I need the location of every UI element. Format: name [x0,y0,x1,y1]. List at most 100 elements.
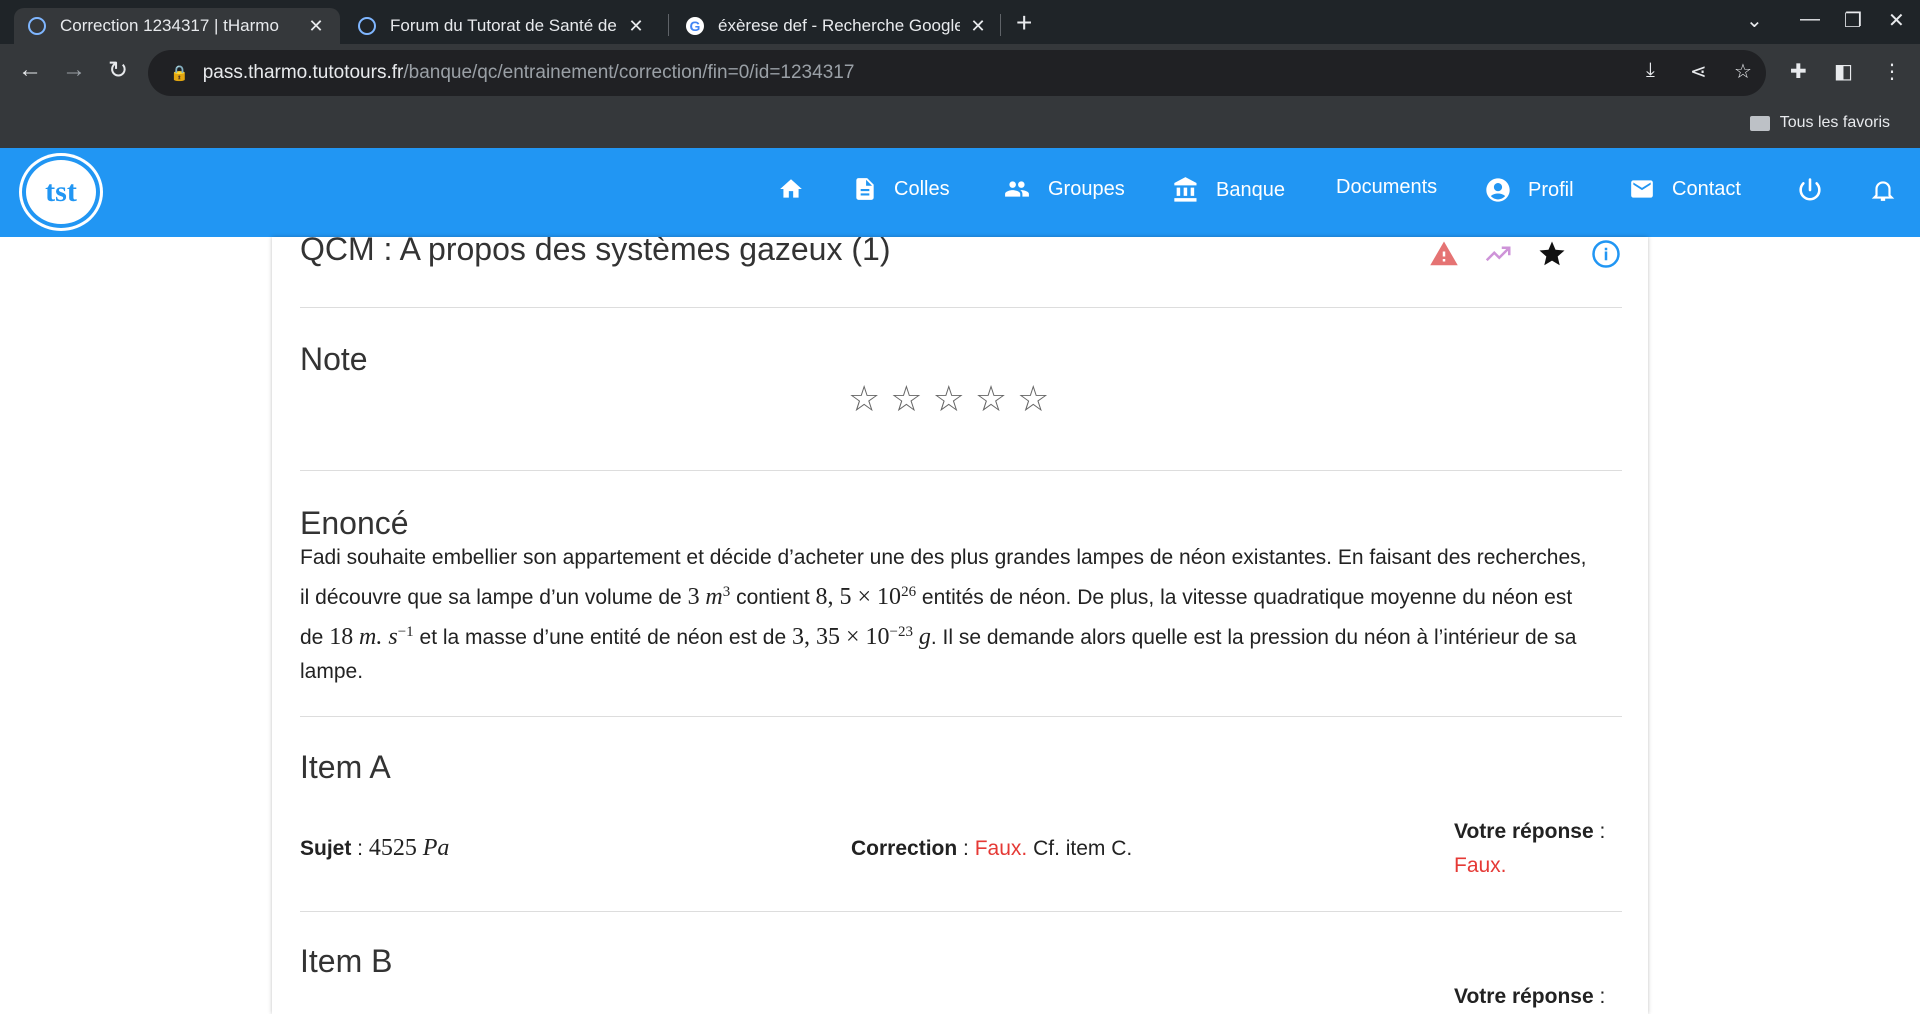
nav-banque[interactable]: Banque [1172,176,1285,204]
divider [300,307,1622,308]
sujet-value: 4525 [368,835,417,861]
all-bookmarks[interactable]: Tous les favoris [1749,114,1890,132]
enonce-part: contient [736,586,810,609]
enonce-math: 18 [329,624,354,650]
divider [300,716,1622,717]
site-favicon-icon [28,17,46,35]
enonce-part: et la masse d’une entité de néon est de [419,626,787,649]
rating-star-icon-5[interactable]: ☆ [1017,381,1049,417]
enonce-math: m. s [359,624,398,650]
restore-icon[interactable]: ❐ [1844,8,1862,33]
mail-icon [1631,180,1653,198]
url-path: /banque/qc/entrainement/correction/fin=0… [403,62,855,83]
reponse-value: Faux. [1454,854,1507,877]
reload-icon[interactable]: ↻ [102,56,134,85]
forward-icon[interactable]: → [58,56,90,84]
nav-label: Banque [1216,178,1285,201]
close-window-icon[interactable]: ✕ [1888,8,1905,33]
share-icon[interactable]: ⋖ [1690,59,1707,84]
menu-icon[interactable]: ⋮ [1882,59,1902,84]
install-icon[interactable]: ⤓ [1646,59,1655,82]
close-tab-icon[interactable]: ✕ [968,16,988,37]
report-warning-icon[interactable] [1428,239,1460,269]
bank-icon [1174,177,1197,202]
browser-tabstrip: Correction 1234317 | tHarmo ✕ Forum du T… [0,0,1920,44]
side-panel-icon[interactable]: ◧ [1834,59,1853,84]
divider [300,911,1622,912]
tab-forum[interactable]: Forum du Tutorat de Santé de To ✕ [344,8,660,44]
extensions-icon[interactable]: ✚ [1790,59,1807,84]
reponse-label: Votre réponse [1454,985,1594,1008]
tab-separator [668,14,669,36]
home-icon [780,179,802,198]
all-bookmarks-label: Tous les favoris [1779,114,1890,131]
close-tab-icon[interactable]: ✕ [306,16,326,37]
folder-icon [1749,115,1770,131]
trending-up-icon[interactable] [1482,239,1514,269]
nav-home[interactable] [778,176,820,202]
enonce-math: 8, 5 × 10 [815,584,902,610]
google-icon: G [686,17,704,35]
minimize-icon[interactable]: — [1800,8,1820,31]
enonce-math: −23 [889,624,913,640]
item-a-reponse: Votre réponse : Faux. [1454,820,1606,877]
note-title: Note [300,341,368,377]
correction-label: Correction [851,837,958,860]
nav-label: Groupes [1048,177,1125,200]
enonce-math: g [918,624,931,650]
close-tab-icon[interactable]: ✕ [626,16,646,37]
rating-star-icon-2[interactable]: ☆ [890,381,922,417]
bell-icon [1871,181,1895,201]
item-a-title: Item A [300,749,391,785]
favorite-star-icon[interactable] [1536,239,1568,269]
power-icon [1799,178,1821,201]
enonce-math: 3 [722,584,731,600]
tab-title: éxèrese def - Recherche Google [718,16,960,35]
sujet-label: Sujet [300,837,352,860]
site-favicon-icon [358,17,376,35]
sujet-unit: Pa [422,835,450,861]
people-icon [1005,181,1029,197]
nav-label: Contact [1672,177,1741,200]
item-a-correction: Correction : Faux. Cf. item C. [851,837,1133,860]
nav-documents[interactable]: Documents [1336,176,1437,199]
nav-label: Profil [1528,178,1574,201]
info-icon[interactable] [1590,239,1622,269]
tab-google[interactable]: G éxèrese def - Recherche Google ✕ [672,8,1002,44]
page-title: QCM : A propos des systèmes gazeux (1) [300,237,891,267]
nav-contact[interactable]: Contact [1628,176,1741,202]
nav-groupes[interactable]: Groupes [1002,176,1125,202]
item-b-reponse: Votre réponse : [1454,985,1606,1008]
url-host: pass.tharmo.tutotours.fr [202,62,404,83]
reponse-label: Votre réponse [1454,820,1594,843]
lock-icon: 🔒 [170,65,189,82]
bookmark-star-icon[interactable]: ☆ [1734,59,1752,84]
back-icon[interactable]: ← [14,56,46,84]
rating-star-icon-4[interactable]: ☆ [975,381,1007,417]
rating-star-icon-3[interactable]: ☆ [933,381,965,417]
account-icon [1486,178,1510,202]
nav-colles[interactable]: Colles [852,176,950,202]
bookmarks-bar: Tous les favoris [0,104,1920,148]
enonce-math: −1 [397,624,414,640]
document-icon [856,178,874,200]
tab-title: Correction 1234317 | tHarmo [60,16,279,35]
nav-profil[interactable]: Profil [1484,176,1574,204]
address-bar[interactable]: 🔒 pass.tharmo.tutotours.fr/banque/qc/ent… [148,50,1766,96]
nav-notifications[interactable] [1870,176,1912,204]
tab-search-chevron-icon[interactable]: ⌄ [1746,8,1763,33]
logo[interactable]: tst [22,156,100,228]
item-b-title: Item B [300,943,393,979]
correction-note: Cf. item C. [1033,837,1133,860]
enonce-title: Enoncé [300,505,409,541]
enonce-math: 3, 35 × 10 [791,624,890,650]
browser-toolbar: ← → ↻ 🔒 pass.tharmo.tutotours.fr/banque/… [0,44,1920,104]
rating-star-icon-1[interactable]: ☆ [848,381,880,417]
tab-correction[interactable]: Correction 1234317 | tHarmo ✕ [14,8,340,44]
nav-label: Colles [894,177,950,200]
new-tab-icon[interactable]: + [1016,8,1032,38]
nav-logout[interactable] [1796,176,1840,204]
nav-label: Documents [1336,176,1438,198]
enonce-text: Fadi souhaite embellier son appartement … [300,541,1590,689]
enonce-math: 3 [687,584,700,610]
